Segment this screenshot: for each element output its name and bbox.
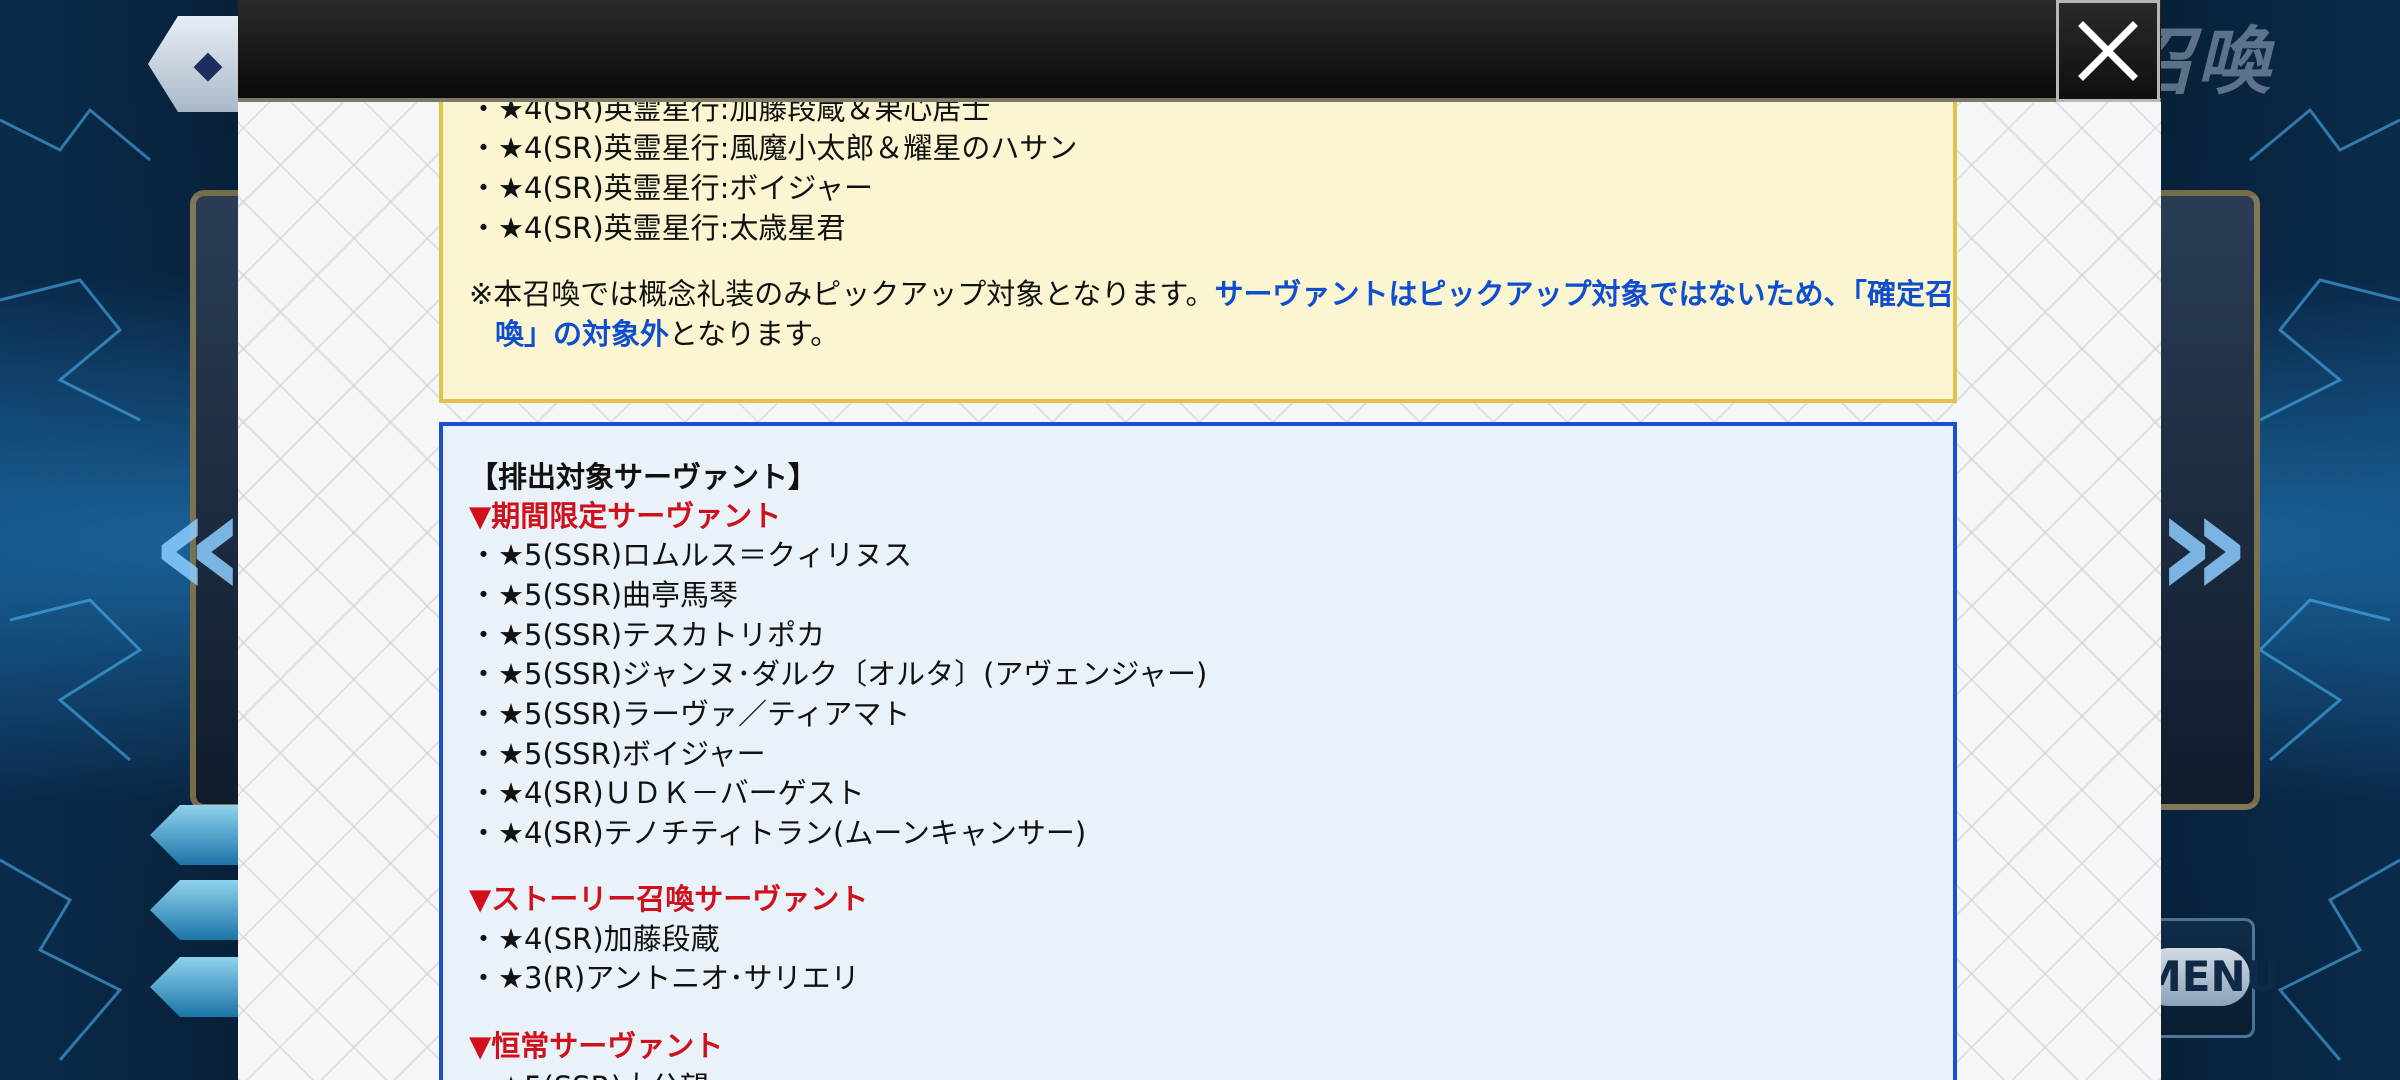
prev-banner-arrow-icon[interactable]: « <box>150 470 247 620</box>
list-item: ★5(SSR)テスカトリポカ <box>469 612 825 654</box>
list-item: ★5(SSR)ラーヴァ／ティアマト <box>469 691 910 733</box>
pickup-note-cont: 喚」の対象外となります。 <box>495 311 839 353</box>
note-prefix: ※本召喚では概念礼装のみピックアップ対象となります。 <box>469 277 1215 311</box>
pickup-note: ※本召喚では概念礼装のみピックアップ対象となります。サーヴァントはピックアップ対… <box>469 271 1954 313</box>
close-button[interactable] <box>2056 0 2160 102</box>
list-item: ★4(SR)英霊星行:風魔小太郎＆耀星のハサン <box>469 125 1077 167</box>
limited-heading: ▼期間限定サーヴァント <box>469 499 782 533</box>
note-suffix: となります。 <box>669 317 840 351</box>
list-item: ★4(SR)英霊星行:ボイジャー <box>469 165 873 207</box>
next-banner-arrow-icon[interactable]: » <box>2155 470 2252 620</box>
list-item: ★5(SSR)太公望 <box>469 1064 709 1080</box>
list-item: ★4(SR)テノチティトラン(ムーンキャンサー) <box>469 810 1086 852</box>
list-item: ★4(SR)加藤段蔵 <box>469 916 720 958</box>
story-heading: ▼ストーリー召喚サーヴァント <box>469 882 869 916</box>
list-item: ★4(SR)英霊星行:太歳星君 <box>469 205 845 247</box>
list-item: ★5(SSR)ジャンヌ･ダルク〔オルタ〕(アヴェンジャー) <box>469 651 1207 693</box>
list-item: ★3(R)アントニオ･サリエリ <box>469 955 860 997</box>
diamond-icon: ◆ <box>193 42 223 86</box>
servant-section-title: 【排出対象サーヴァント】 <box>469 460 818 494</box>
list-item: ★4(SR)ＵＤＫ－バーゲスト <box>469 770 865 812</box>
permanent-heading: ▼恒常サーヴァント <box>469 1029 724 1063</box>
list-item: ★5(SSR)曲亭馬琴 <box>469 572 738 614</box>
summon-details-modal: ★4(SR)英霊星行:加藤段蔵＆果心居士 ★4(SR)英霊星行:風魔小太郎＆耀星… <box>238 0 2161 1080</box>
modal-header <box>238 0 2161 102</box>
note-highlight-2: 喚」の対象外 <box>495 317 670 351</box>
list-item: ★5(SSR)ボイジャー <box>469 731 766 773</box>
list-item: ★5(SSR)ロムルス＝クィリヌス <box>469 532 912 574</box>
servant-list-box: 【排出対象サーヴァント】 ▼期間限定サーヴァント ★5(SSR)ロムルス＝クィリ… <box>439 422 1957 1080</box>
pickup-info-box: ★4(SR)英霊星行:加藤段蔵＆果心居士 ★4(SR)英霊星行:風魔小太郎＆耀星… <box>439 82 1957 403</box>
note-highlight-1: サーヴァントはピックアップ対象ではないため、「確定召 <box>1214 277 1955 311</box>
close-x-icon <box>2078 21 2138 81</box>
